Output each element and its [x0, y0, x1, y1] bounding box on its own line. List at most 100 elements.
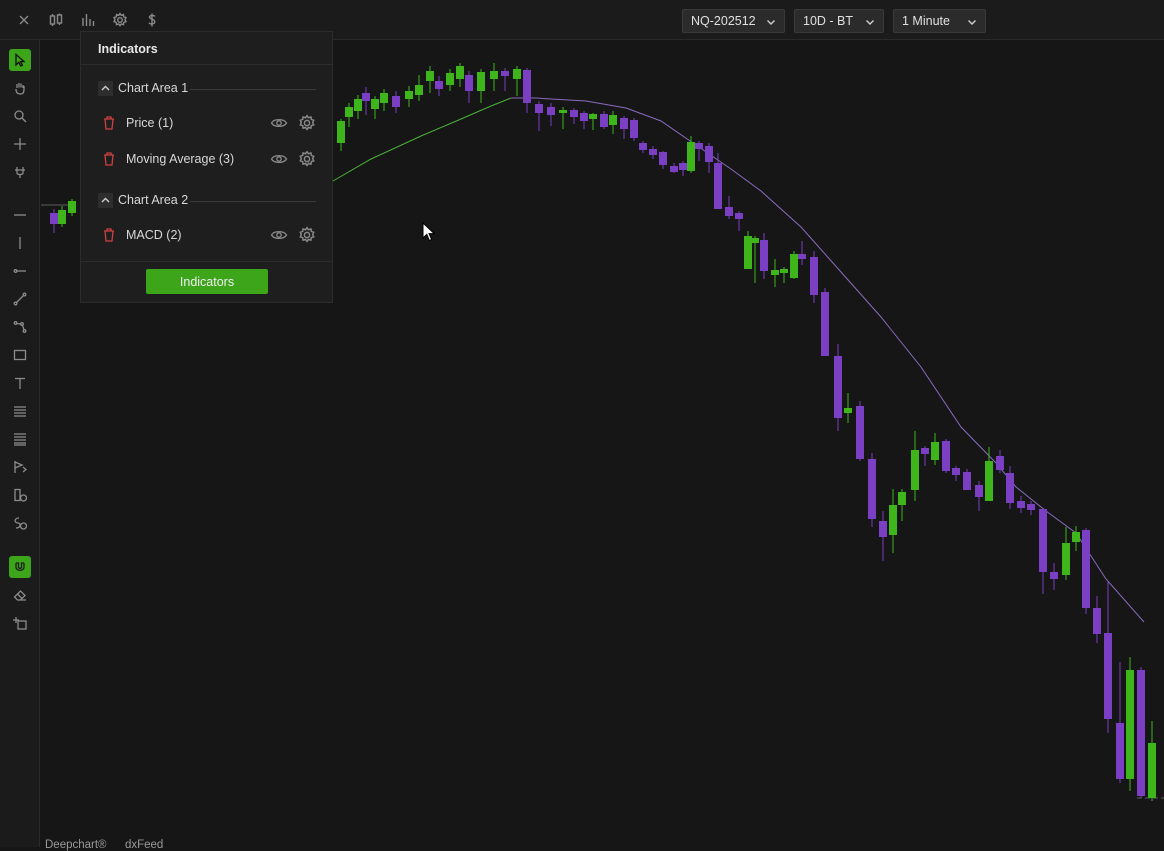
- bear-candle: [760, 233, 768, 279]
- bull-candle: [790, 251, 798, 279]
- candle-body: [659, 152, 667, 165]
- bull-candle: [380, 89, 388, 111]
- candle-body: [392, 96, 400, 107]
- indicator-row-macd: MACD (2): [98, 225, 316, 245]
- bull-candle: [744, 231, 752, 269]
- bear-candle: [1082, 528, 1090, 614]
- candle-body: [435, 81, 443, 89]
- candle-body: [1017, 501, 1025, 508]
- bull-candle: [985, 447, 993, 501]
- add-indicators-button[interactable]: Indicators: [146, 269, 268, 294]
- bear-candle: [659, 151, 667, 169]
- bear-candle: [868, 453, 876, 527]
- divider: [190, 89, 316, 90]
- candle-body: [952, 468, 960, 475]
- trend-line-icon[interactable]: [9, 288, 31, 310]
- eye-icon[interactable]: [270, 115, 288, 131]
- bar-chart-icon[interactable]: [77, 9, 99, 31]
- hand-pan-icon[interactable]: [9, 77, 31, 99]
- text-icon[interactable]: [9, 372, 31, 394]
- lines-icon[interactable]: [9, 400, 31, 422]
- bear-candle: [50, 209, 58, 233]
- interval-dropdown[interactable]: 1 Minute: [893, 9, 986, 33]
- gear-icon[interactable]: [298, 114, 316, 132]
- candle-body: [639, 143, 647, 150]
- bull-candle: [1062, 527, 1070, 580]
- candle-body: [751, 238, 759, 243]
- chevron-up-icon[interactable]: [98, 81, 113, 96]
- candle-body: [1093, 608, 1101, 634]
- indicator-name[interactable]: Moving Average (3): [126, 152, 234, 166]
- gear-icon[interactable]: [109, 9, 131, 31]
- eraser-icon[interactable]: [9, 584, 31, 606]
- crosshair-icon[interactable]: [9, 133, 31, 155]
- indicators-panel: Indicators Chart Area 1 Price (1) Moving…: [80, 31, 333, 303]
- magnet-icon[interactable]: [9, 556, 31, 578]
- bear-candle: [705, 143, 713, 173]
- indicator-name[interactable]: MACD (2): [126, 228, 182, 242]
- bull-candle: [354, 95, 362, 119]
- bull-candle: [911, 431, 919, 501]
- symbol-dropdown[interactable]: NQ-202512: [682, 9, 785, 33]
- bear-candle: [975, 481, 983, 511]
- bull-candle: [898, 489, 906, 521]
- candle-body: [630, 120, 638, 138]
- candle-body: [834, 356, 842, 418]
- magnet-cursor-icon[interactable]: [9, 161, 31, 183]
- bear-candle: [639, 141, 647, 153]
- candle-body: [446, 73, 454, 85]
- bear-candle: [735, 211, 743, 231]
- lines-extended-icon[interactable]: [9, 428, 31, 450]
- candle-body: [996, 456, 1004, 470]
- bear-candle: [630, 118, 638, 141]
- divider: [81, 64, 332, 65]
- chevron-up-icon[interactable]: [98, 193, 113, 208]
- candle-body: [844, 408, 852, 413]
- trash-icon[interactable]: [102, 227, 116, 243]
- candle-body: [1050, 572, 1058, 579]
- candlestick-icon[interactable]: [45, 9, 67, 31]
- dollar-tag-icon[interactable]: [9, 484, 31, 506]
- close-icon[interactable]: [13, 9, 35, 31]
- candle-body: [1006, 473, 1014, 503]
- bear-candle: [670, 163, 678, 173]
- bear-candle: [1104, 582, 1112, 733]
- vertical-line-icon[interactable]: [9, 232, 31, 254]
- rectangle-icon[interactable]: [9, 344, 31, 366]
- bull-candle: [456, 63, 464, 87]
- trash-icon[interactable]: [102, 151, 116, 167]
- bear-candle: [921, 446, 929, 466]
- bear-candle: [810, 251, 818, 303]
- chart-area-1-header: Chart Area 1: [98, 80, 316, 98]
- candle-body: [695, 143, 703, 149]
- gear-icon[interactable]: [298, 226, 316, 244]
- candle-body: [1062, 543, 1070, 575]
- polyline-icon[interactable]: [9, 316, 31, 338]
- candle-body: [725, 207, 733, 216]
- candle-body: [570, 110, 578, 117]
- candle-body: [856, 406, 864, 459]
- trash-icon[interactable]: [102, 115, 116, 131]
- bear-candle: [1006, 466, 1014, 509]
- candle-body: [58, 210, 66, 224]
- divider: [190, 201, 316, 202]
- dollar-lasso-icon[interactable]: [9, 512, 31, 534]
- ray-icon[interactable]: [9, 260, 31, 282]
- candle-body: [963, 472, 971, 490]
- candle-body: [975, 485, 983, 497]
- candle-body: [911, 450, 919, 490]
- gear-icon[interactable]: [298, 150, 316, 168]
- indicator-name[interactable]: Price (1): [126, 116, 173, 130]
- eye-icon[interactable]: [270, 227, 288, 243]
- range-dropdown[interactable]: 10D - BT: [794, 9, 884, 33]
- bear-candle: [856, 401, 864, 461]
- eye-icon[interactable]: [270, 151, 288, 167]
- candle-body: [609, 115, 617, 125]
- zoom-icon[interactable]: [9, 105, 31, 127]
- order-flag-icon[interactable]: [9, 456, 31, 478]
- cursor-pointer-icon[interactable]: [9, 49, 31, 71]
- horizontal-line-icon[interactable]: [9, 204, 31, 226]
- bull-candle: [337, 119, 345, 151]
- object-manager-icon[interactable]: [9, 612, 31, 634]
- dollar-icon[interactable]: [141, 9, 163, 31]
